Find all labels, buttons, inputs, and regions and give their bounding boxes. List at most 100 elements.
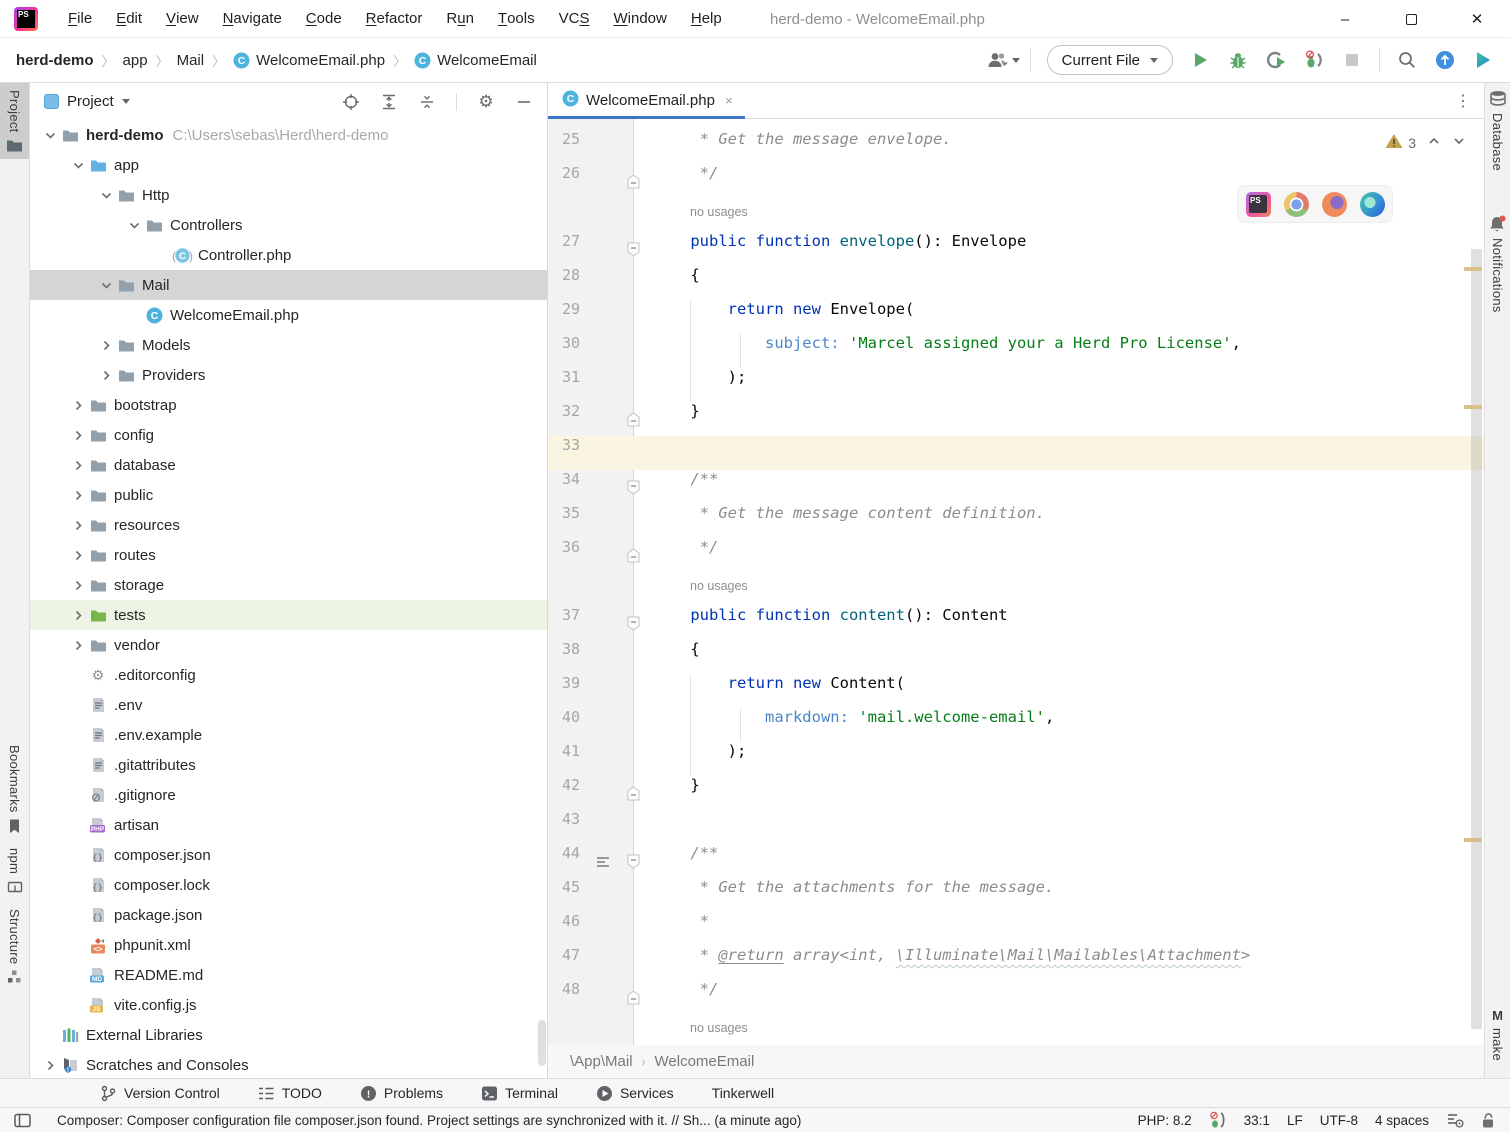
menu-run[interactable]: Run [434, 0, 486, 38]
chevron-right-icon[interactable] [68, 638, 88, 653]
stripe-button-bookmarks[interactable]: Bookmarks [0, 738, 29, 841]
chevron-right-icon[interactable] [40, 1058, 60, 1073]
tree-item-phpunit-xml[interactable]: <>phpunit.xml [30, 930, 547, 960]
chevron-down-icon[interactable] [124, 218, 144, 233]
close-icon[interactable]: × [725, 93, 733, 108]
stripe-button-npm[interactable]: npm [0, 841, 29, 902]
tree-item-http[interactable]: Http [30, 180, 547, 210]
status-widget-lf[interactable]: LF [1287, 1113, 1303, 1128]
usage-hint[interactable]: no usages [690, 579, 748, 593]
code-line-25[interactable]: 25 * Get the message envelope. [548, 130, 1484, 164]
menu-help[interactable]: Help [679, 0, 734, 38]
tree-item-external-libraries[interactable]: External Libraries [30, 1020, 547, 1050]
tree-item-routes[interactable]: routes [30, 540, 547, 570]
coverage-button[interactable] [1265, 49, 1287, 71]
tinkerwell-button[interactable] [1472, 49, 1494, 71]
chevron-down-icon[interactable] [122, 99, 130, 104]
tool-window-layout-icon[interactable] [14, 1113, 31, 1128]
code-line-44[interactable]: 44 /** [548, 844, 1484, 878]
code-line-29[interactable]: 29 return new Envelope( [548, 300, 1484, 334]
stripe-button-project[interactable]: Project [0, 83, 29, 159]
close-button[interactable]: ✕ [1444, 0, 1510, 38]
chevron-right-icon[interactable] [68, 398, 88, 413]
code-line-43[interactable]: 43 [548, 810, 1484, 844]
chevron-down-icon[interactable] [68, 158, 88, 173]
breadcrumb-item-herd-demo[interactable]: herd-demo [16, 52, 94, 69]
code-area[interactable]: 25 * Get the message envelope.26 */no us… [548, 119, 1484, 1045]
code-line-38[interactable]: 38 { [548, 640, 1484, 674]
chevron-right-icon[interactable] [68, 428, 88, 443]
warning-stripe-mark[interactable] [1464, 405, 1482, 409]
usage-hint[interactable]: no usages [690, 1021, 748, 1035]
chevron-right-icon[interactable] [68, 458, 88, 473]
next-problem-chevron-icon[interactable] [1452, 134, 1466, 151]
search-everywhere-button[interactable] [1396, 49, 1418, 71]
code-line-30[interactable]: 30 subject: 'Marcel assigned your a Herd… [548, 334, 1484, 368]
tree-item-env-example[interactable]: .env.example [30, 720, 547, 750]
tree-item-public[interactable]: public [30, 480, 547, 510]
tree-item-package-json[interactable]: {}package.json [30, 900, 547, 930]
tree-item-storage[interactable]: storage [30, 570, 547, 600]
tree-item-database[interactable]: database [30, 450, 547, 480]
tree-item-composer-lock[interactable]: {}composer.lock [30, 870, 547, 900]
code-line-28[interactable]: 28 { [548, 266, 1484, 300]
code-line-42[interactable]: 42 } [548, 776, 1484, 810]
tree-item-composer-json[interactable]: {}composer.json [30, 840, 547, 870]
editor-breadcrumb-item[interactable]: WelcomeEmail [655, 1053, 755, 1070]
status-widget-utf-8[interactable]: UTF-8 [1320, 1113, 1358, 1128]
xdebug-status-icon[interactable] [1209, 1111, 1227, 1129]
breadcrumb-item-mail[interactable]: Mail [177, 52, 205, 69]
tree-item-vendor[interactable]: vendor [30, 630, 547, 660]
chevron-down-icon[interactable] [40, 128, 60, 143]
code-line-40[interactable]: 40 markdown: 'mail.welcome-email', [548, 708, 1484, 742]
code-line-47[interactable]: 47 * @return array<int, \Illuminate\Mail… [548, 946, 1484, 980]
chevron-down-icon[interactable] [96, 278, 116, 293]
edge-icon[interactable] [1360, 192, 1385, 217]
people-icon[interactable] [992, 49, 1014, 71]
chevron-right-icon[interactable] [68, 518, 88, 533]
code-line-31[interactable]: 31 ); [548, 368, 1484, 402]
firefox-icon[interactable] [1322, 192, 1347, 217]
tree-item-providers[interactable]: Providers [30, 360, 547, 390]
debug-button[interactable] [1227, 49, 1249, 71]
code-line-41[interactable]: 41 ); [548, 742, 1484, 776]
menu-refactor[interactable]: Refactor [354, 0, 435, 38]
chevron-right-icon[interactable] [96, 338, 116, 353]
lock-open-icon[interactable] [1481, 1112, 1496, 1129]
chevron-right-icon[interactable] [96, 368, 116, 383]
chevron-right-icon[interactable] [68, 608, 88, 623]
update-project-button[interactable] [1434, 49, 1456, 71]
stripe-button-notifications[interactable]: Notifications [1485, 208, 1510, 320]
inspections-widget[interactable]: 3 [1385, 133, 1466, 152]
warning-stripe-mark[interactable] [1464, 838, 1482, 842]
code-line-34[interactable]: 34 /** [548, 470, 1484, 504]
code-line-45[interactable]: 45 * Get the attachments for the message… [548, 878, 1484, 912]
toolwindow-button-version-control[interactable]: Version Control [100, 1085, 220, 1102]
tree-item-editorconfig[interactable]: ⚙.editorconfig [30, 660, 547, 690]
tree-item-readme-md[interactable]: MDREADME.md [30, 960, 547, 990]
editor-scrollbar[interactable] [1471, 249, 1482, 1029]
status-widget-33-1[interactable]: 33:1 [1244, 1113, 1270, 1128]
chevron-right-icon[interactable] [68, 578, 88, 593]
menu-tools[interactable]: Tools [486, 0, 547, 38]
tree-item-gitignore[interactable]: .gitignore [30, 780, 547, 810]
menu-edit[interactable]: Edit [104, 0, 154, 38]
tree-item-vite-config-js[interactable]: JSvite.config.js [30, 990, 547, 1020]
toolwindow-button-problems[interactable]: !Problems [360, 1085, 443, 1102]
expand-all-button[interactable] [380, 93, 398, 111]
run-button[interactable] [1189, 49, 1211, 71]
code-line-27[interactable]: 27 public function envelope(): Envelope [548, 232, 1484, 266]
toolwindow-button-todo[interactable]: TODO [258, 1085, 322, 1101]
breadcrumb-item-welcomeemail-php[interactable]: CWelcomeEmail.php [233, 52, 385, 69]
chevron-right-icon[interactable] [68, 488, 88, 503]
menu-code[interactable]: Code [294, 0, 354, 38]
toolwindow-button-terminal[interactable]: Terminal [481, 1085, 558, 1102]
tree-item-scratches-and-consoles[interactable]: !Scratches and Consoles [30, 1050, 547, 1078]
menu-view[interactable]: View [154, 0, 211, 38]
tree-item-mail[interactable]: Mail [30, 270, 547, 300]
hide-button[interactable] [515, 93, 533, 111]
minimize-button[interactable]: – [1312, 0, 1378, 38]
toolwindow-button-tinkerwell[interactable]: Tinkerwell [712, 1085, 775, 1101]
tree-item-app[interactable]: app [30, 150, 547, 180]
stripe-button-structure[interactable]: Structure [0, 902, 29, 991]
